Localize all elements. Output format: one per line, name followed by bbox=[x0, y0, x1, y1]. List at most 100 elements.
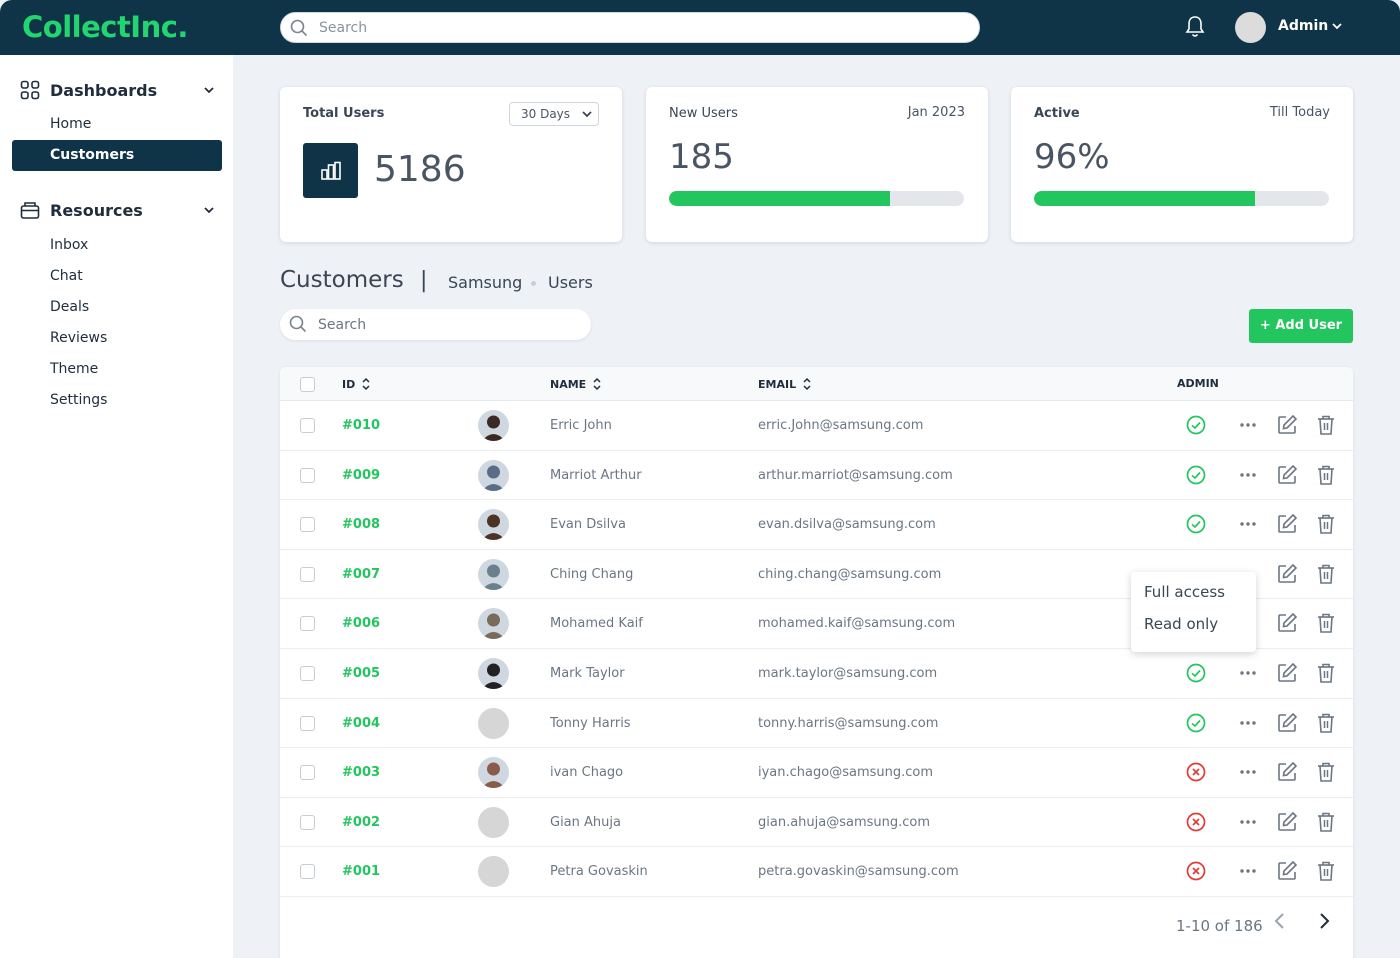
edit-icon[interactable] bbox=[1277, 811, 1298, 832]
edit-icon[interactable] bbox=[1277, 860, 1298, 881]
row-id[interactable]: #008 bbox=[342, 517, 380, 532]
select-all-checkbox[interactable] bbox=[300, 377, 315, 392]
sidebar-item-reviews[interactable]: Reviews bbox=[50, 330, 107, 346]
more-horizontal-icon[interactable] bbox=[1239, 416, 1257, 434]
briefcase-icon bbox=[20, 202, 40, 219]
edit-icon[interactable] bbox=[1277, 414, 1298, 435]
chevron-down-icon[interactable] bbox=[1331, 21, 1343, 31]
user-name[interactable]: Admin bbox=[1278, 18, 1328, 34]
row-checkbox[interactable] bbox=[300, 467, 315, 483]
edit-icon[interactable] bbox=[1277, 513, 1298, 534]
sidebar-item-inbox[interactable]: Inbox bbox=[50, 237, 88, 253]
sidebar-group-label: Dashboards bbox=[50, 80, 158, 100]
column-header-name[interactable]: NAME bbox=[550, 377, 602, 391]
trash-icon[interactable] bbox=[1316, 662, 1336, 684]
more-horizontal-icon[interactable] bbox=[1239, 714, 1257, 732]
table-row[interactable]: #004 Tonny Harris tonny.harris@samsung.c… bbox=[280, 699, 1353, 749]
more-horizontal-icon[interactable] bbox=[1239, 862, 1257, 880]
table-row[interactable]: #008 Evan Dsilva evan.dsilva@samsung.com bbox=[280, 500, 1353, 550]
user-avatar[interactable] bbox=[1235, 12, 1266, 43]
sidebar-group-dashboards[interactable]: Dashboards bbox=[20, 80, 157, 100]
row-id[interactable]: #010 bbox=[342, 418, 380, 433]
table-row[interactable]: #009 Marriot Arthur arthur.marriot@samsu… bbox=[280, 451, 1353, 501]
row-checkbox[interactable] bbox=[300, 864, 315, 880]
row-checkbox[interactable] bbox=[300, 418, 315, 433]
admin-status[interactable] bbox=[1186, 713, 1206, 737]
row-checkbox[interactable] bbox=[300, 517, 315, 533]
row-checkbox[interactable] bbox=[300, 566, 315, 582]
edit-icon[interactable] bbox=[1277, 612, 1298, 633]
admin-status[interactable] bbox=[1186, 861, 1206, 885]
add-user-button[interactable]: + Add User bbox=[1249, 309, 1353, 343]
row-id[interactable]: #007 bbox=[342, 567, 380, 582]
edit-icon[interactable] bbox=[1277, 662, 1298, 683]
row-checkbox[interactable] bbox=[300, 814, 315, 830]
chevron-right-icon[interactable] bbox=[1317, 912, 1331, 930]
sidebar-item-theme[interactable]: Theme bbox=[50, 361, 98, 377]
edit-icon[interactable] bbox=[1277, 563, 1298, 584]
table-row[interactable]: #005 Mark Taylor mark.taylor@samsung.com bbox=[280, 649, 1353, 699]
row-id[interactable]: #005 bbox=[342, 666, 380, 681]
row-id[interactable]: #009 bbox=[342, 468, 380, 483]
trash-icon[interactable] bbox=[1316, 811, 1336, 833]
chevron-down-icon[interactable] bbox=[203, 205, 215, 215]
row-id[interactable]: #002 bbox=[342, 815, 380, 830]
table-row[interactable]: #001 Petra Govaskin petra.govaskin@samsu… bbox=[280, 847, 1353, 897]
chevron-down-icon[interactable] bbox=[203, 85, 215, 95]
bell-icon[interactable] bbox=[1184, 15, 1206, 39]
trash-icon[interactable] bbox=[1316, 414, 1336, 436]
sidebar-item-customers[interactable]: Customers bbox=[12, 140, 222, 171]
trash-icon[interactable] bbox=[1316, 612, 1336, 634]
sidebar-group-resources[interactable]: Resources bbox=[20, 200, 143, 220]
total-users-card: Total Users 30 Days 5186 bbox=[280, 87, 622, 242]
sidebar-item-settings[interactable]: Settings bbox=[50, 392, 107, 408]
row-id[interactable]: #003 bbox=[342, 765, 380, 780]
more-horizontal-icon[interactable] bbox=[1239, 664, 1257, 682]
trash-icon[interactable] bbox=[1316, 761, 1336, 783]
admin-status[interactable] bbox=[1186, 465, 1206, 489]
row-checkbox[interactable] bbox=[300, 715, 315, 731]
more-horizontal-icon[interactable] bbox=[1239, 515, 1257, 533]
table-row[interactable]: #002 Gian Ahuja gian.ahuja@samsung.com bbox=[280, 798, 1353, 848]
range-select[interactable]: 30 Days bbox=[509, 102, 599, 126]
breadcrumb-samsung[interactable]: Samsung bbox=[448, 273, 522, 292]
admin-status[interactable] bbox=[1186, 415, 1206, 439]
trash-icon[interactable] bbox=[1316, 712, 1336, 734]
table-row[interactable]: #010 Erric John erric.John@samsung.com bbox=[280, 401, 1353, 451]
row-checkbox[interactable] bbox=[300, 616, 315, 632]
sidebar-item-home[interactable]: Home bbox=[50, 116, 91, 132]
edit-icon[interactable] bbox=[1277, 464, 1298, 485]
edit-icon[interactable] bbox=[1277, 712, 1298, 733]
chevron-left-icon[interactable] bbox=[1273, 912, 1287, 930]
column-header-id[interactable]: ID bbox=[342, 377, 371, 391]
admin-status[interactable] bbox=[1186, 762, 1206, 786]
row-checkbox[interactable] bbox=[300, 765, 315, 781]
trash-icon[interactable] bbox=[1316, 860, 1336, 882]
edit-icon[interactable] bbox=[1277, 761, 1298, 782]
admin-status[interactable] bbox=[1186, 663, 1206, 687]
trash-icon[interactable] bbox=[1316, 464, 1336, 486]
option-read-only[interactable]: Read only bbox=[1144, 615, 1218, 633]
admin-status[interactable] bbox=[1186, 514, 1206, 538]
table-row[interactable]: #003 ivan Chago iyan.chago@samsung.com bbox=[280, 748, 1353, 798]
progress-fill bbox=[1034, 191, 1256, 206]
trash-icon[interactable] bbox=[1316, 563, 1336, 585]
more-horizontal-icon[interactable] bbox=[1239, 763, 1257, 781]
sidebar-item-deals[interactable]: Deals bbox=[50, 299, 89, 315]
row-id[interactable]: #004 bbox=[342, 716, 380, 731]
more-horizontal-icon[interactable] bbox=[1239, 466, 1257, 484]
breadcrumb-users[interactable]: Users bbox=[548, 273, 593, 292]
sidebar-item-chat[interactable]: Chat bbox=[50, 268, 83, 284]
row-id[interactable]: #006 bbox=[342, 616, 380, 631]
global-search-input[interactable]: Search bbox=[280, 12, 980, 43]
row-id[interactable]: #001 bbox=[342, 864, 380, 879]
row-checkbox[interactable] bbox=[300, 666, 315, 681]
option-full-access[interactable]: Full access bbox=[1144, 583, 1225, 601]
x-circle-icon bbox=[1186, 812, 1206, 832]
customer-search-input[interactable]: Search bbox=[280, 309, 591, 340]
more-horizontal-icon[interactable] bbox=[1239, 813, 1257, 831]
app-logo[interactable]: CollectInc. bbox=[22, 10, 188, 44]
admin-status[interactable] bbox=[1186, 812, 1206, 836]
trash-icon[interactable] bbox=[1316, 513, 1336, 535]
column-header-email[interactable]: EMAIL bbox=[758, 377, 812, 391]
